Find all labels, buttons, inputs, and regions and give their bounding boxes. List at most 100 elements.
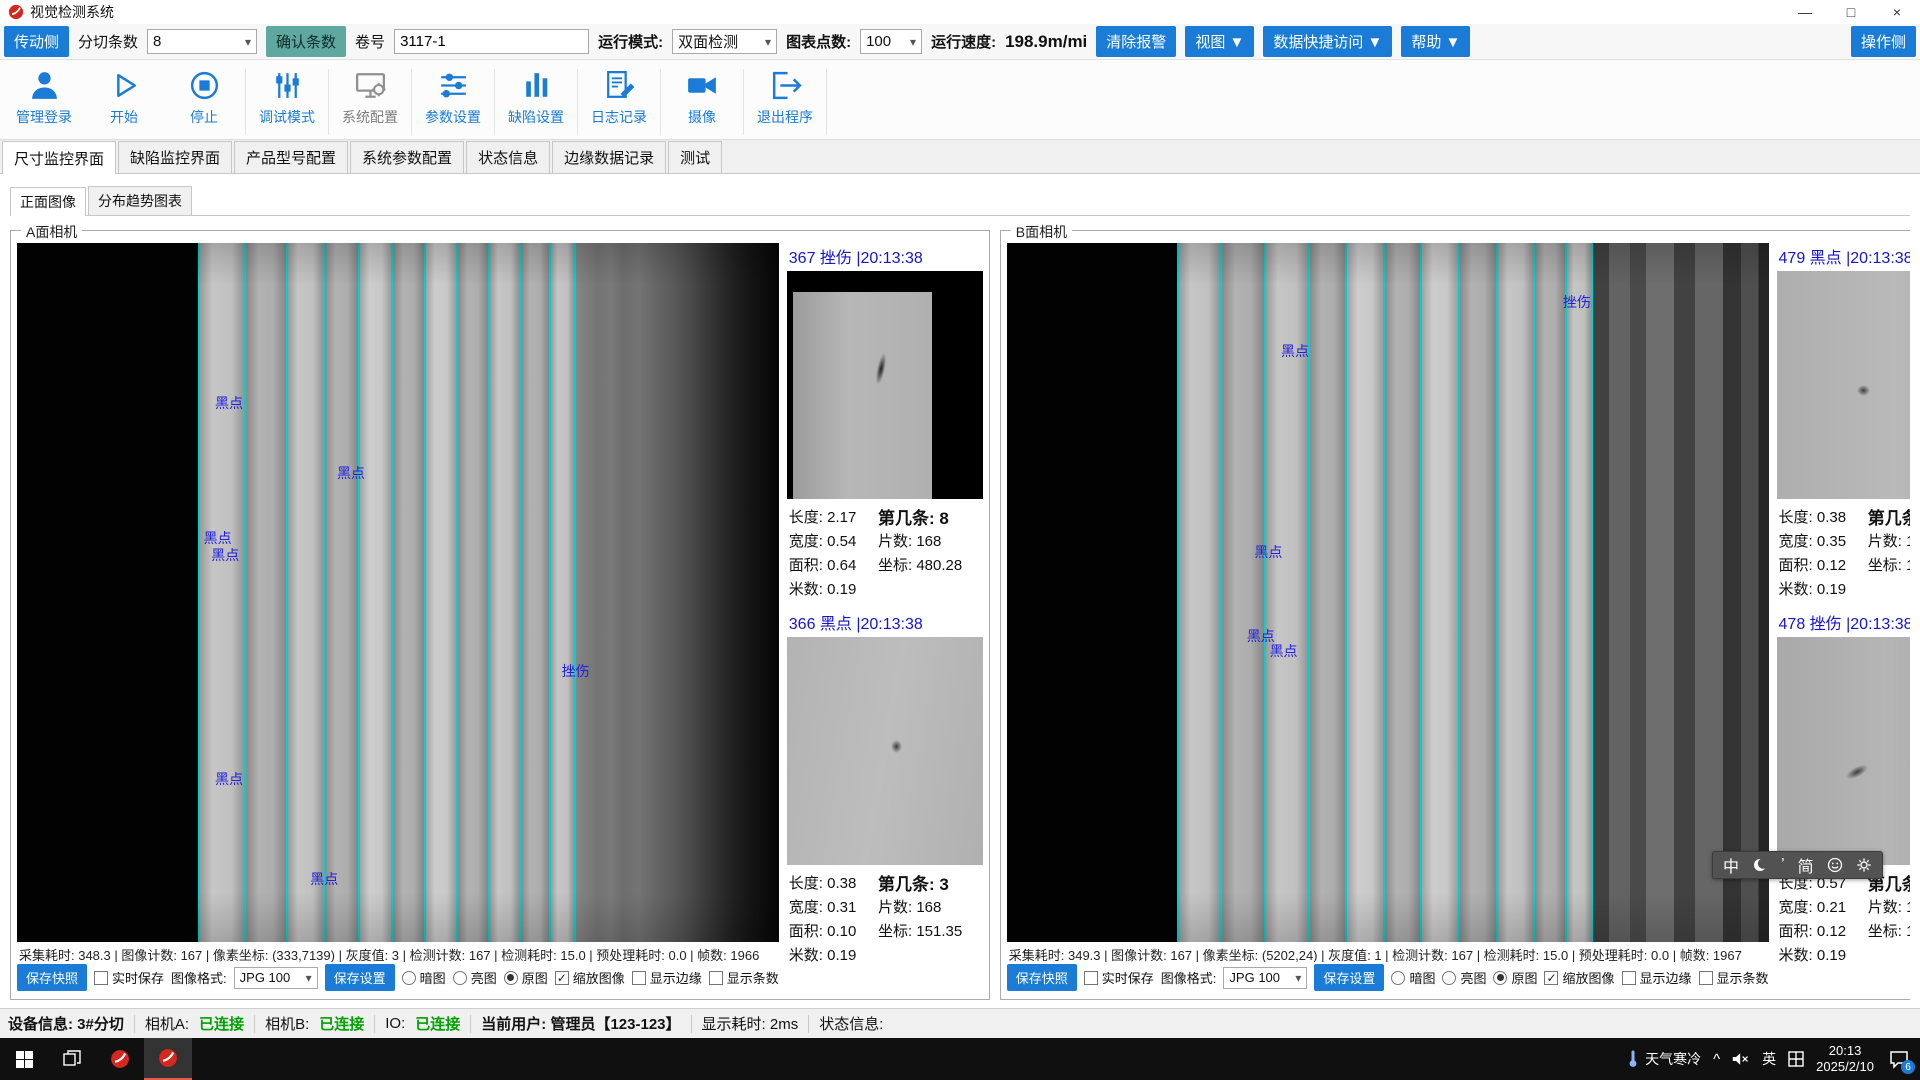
stats-line-b: 采集耗时: 349.3 | 图像计数: 167 | 像素坐标: (5202,24… <box>1007 942 1769 962</box>
data-access-menu-button[interactable]: 数据快捷访问 ▼ <box>1263 26 1392 57</box>
emoji-icon[interactable] <box>1827 857 1843 873</box>
clock[interactable]: 20:13 2025/2/10 <box>1816 1043 1874 1076</box>
ime-charset-toggle[interactable]: 简 <box>1798 853 1814 877</box>
dark-image-radio[interactable]: 暗图 <box>402 968 446 987</box>
bright-image-radio[interactable]: 亮图 <box>453 968 497 987</box>
tool-label: 系统配置 <box>342 107 398 127</box>
view-menu-button[interactable]: 视图 ▼ <box>1185 26 1254 57</box>
system-config-button[interactable]: 系统配置 <box>330 65 410 127</box>
realtime-save-checkbox[interactable]: 实时保存 <box>1084 968 1154 987</box>
close-button[interactable]: × <box>1874 0 1920 24</box>
thermometer-icon <box>1626 1050 1640 1068</box>
defect-card[interactable]: 478 挫伤 |20:13:38 长度: 0.57第几条: 3 宽度: 0.21… <box>1777 609 1910 965</box>
pinned-app-button[interactable] <box>96 1038 144 1080</box>
defect-field: 坐标: 143.08 <box>1868 919 1910 941</box>
ime-language-indicator[interactable]: 英 <box>1762 1049 1776 1069</box>
weather-text: 天气寒冷 <box>1645 1049 1701 1069</box>
bright-image-radio[interactable]: 亮图 <box>1442 968 1486 987</box>
format-select[interactable]: JPG 100▾ <box>234 967 318 989</box>
ime-mode-toggle[interactable]: 中 <box>1723 853 1739 877</box>
defect-marker: 黑点 <box>310 869 338 889</box>
status-bar: 设备信息: 3#分切 相机A: 已连接 相机B: 已连接 IO: 已连接 当前用… <box>0 1008 1920 1038</box>
dark-image-radio[interactable]: 暗图 <box>1391 968 1435 987</box>
confirm-count-button[interactable]: 确认条数 <box>266 26 346 57</box>
separator <box>743 69 744 135</box>
defect-marker: 挫伤 <box>562 661 590 681</box>
defect-card[interactable]: 479 黑点 |20:13:38 长度: 0.38第几条: 4 宽度: 0.35… <box>1777 243 1910 599</box>
zoom-image-checkbox[interactable]: 缩放图像 <box>555 968 625 987</box>
ime-punctuation-toggle[interactable]: ’ <box>1781 856 1785 874</box>
weather-widget[interactable]: 天气寒冷 <box>1626 1049 1701 1069</box>
params-settings-button[interactable]: 参数设置 <box>413 65 493 127</box>
subtab-front-image[interactable]: 正面图像 <box>10 187 86 216</box>
show-count-checkbox[interactable]: 显示条数 <box>1699 968 1769 987</box>
tool-label: 停止 <box>190 107 218 127</box>
show-edge-checkbox[interactable]: 显示边缘 <box>1622 968 1692 987</box>
tab-system-params-config[interactable]: 系统参数配置 <box>350 141 464 173</box>
camera-a-status: 已连接 <box>199 1013 244 1034</box>
tab-size-monitor[interactable]: 尺寸监控界面 <box>2 141 116 174</box>
slit-count-select[interactable]: 8 ▾ <box>147 29 257 54</box>
save-settings-button[interactable]: 保存设置 <box>1314 964 1384 991</box>
io-label: IO: <box>385 1015 405 1032</box>
run-mode-select[interactable]: 双面检测 ▾ <box>672 29 777 54</box>
camera-image-a: 黑点 黑点 黑点 黑点 挫伤 黑点 黑点 <box>17 243 779 942</box>
taskbar: 天气寒冷 ^ 英 20:13 2025/2/10 6 <box>0 1038 1920 1080</box>
window-title: 视觉检测系统 <box>30 2 114 22</box>
maximize-button[interactable]: □ <box>1828 0 1874 24</box>
drive-side-button[interactable]: 传动侧 <box>4 26 69 57</box>
clear-alarm-button[interactable]: 清除报警 <box>1096 26 1176 57</box>
original-image-radio[interactable]: 原图 <box>1493 968 1537 987</box>
run-mode-value: 双面检测 <box>678 31 757 52</box>
defect-field: 坐标: 197.86 <box>1868 553 1910 575</box>
defect-settings-button[interactable]: 缺陷设置 <box>496 65 576 127</box>
film-edge-region-a <box>576 243 779 942</box>
tray-expand-chevron[interactable]: ^ <box>1713 1051 1720 1068</box>
defect-bars-icon <box>518 67 555 104</box>
ime-grid-icon[interactable] <box>1788 1051 1804 1067</box>
stop-button[interactable]: 停止 <box>164 65 244 127</box>
chart-points-select[interactable]: 100 ▾ <box>860 29 922 54</box>
top-toolbar: 传动侧 分切条数 8 ▾ 确认条数 卷号 运行模式: 双面检测 ▾ 图表点数: … <box>0 24 1920 60</box>
show-count-checkbox[interactable]: 显示条数 <box>709 968 779 987</box>
subtab-distribution-chart[interactable]: 分布趋势图表 <box>88 186 192 215</box>
exit-program-button[interactable]: 退出程序 <box>745 65 825 127</box>
minimize-button[interactable]: — <box>1782 0 1828 24</box>
log-record-button[interactable]: 日志记录 <box>579 65 659 127</box>
speaker-muted-icon[interactable] <box>1732 1051 1750 1067</box>
tab-product-model-config[interactable]: 产品型号配置 <box>234 141 348 173</box>
capture-button[interactable]: 摄像 <box>662 65 742 127</box>
start-button[interactable]: 开始 <box>84 65 164 127</box>
debug-mode-button[interactable]: 调试模式 <box>247 65 327 127</box>
moon-icon[interactable] <box>1752 857 1768 873</box>
admin-login-button[interactable]: 管理登录 <box>4 65 84 127</box>
checkbox-label: 显示边缘 <box>650 968 702 987</box>
tab-defect-monitor[interactable]: 缺陷监控界面 <box>118 141 232 173</box>
separator <box>254 1015 255 1033</box>
action-center-button[interactable]: 6 <box>1886 1046 1912 1072</box>
original-image-radio[interactable]: 原图 <box>504 968 548 987</box>
running-app-button[interactable] <box>144 1038 192 1080</box>
start-button[interactable] <box>0 1038 48 1080</box>
gear-icon[interactable] <box>1856 857 1872 873</box>
roll-number-input[interactable] <box>394 29 589 54</box>
zoom-image-checkbox[interactable]: 缩放图像 <box>1544 968 1614 987</box>
tab-status-info[interactable]: 状态信息 <box>466 141 550 173</box>
defect-card[interactable]: 366 黑点 |20:13:38 长度: 0.38第几条: 3 宽度: 0.31… <box>787 609 983 965</box>
task-view-button[interactable] <box>48 1038 96 1080</box>
panel-a-title: A面相机 <box>21 222 82 242</box>
operator-side-button[interactable]: 操作侧 <box>1851 26 1916 57</box>
save-snapshot-button[interactable]: 保存快照 <box>1007 964 1077 991</box>
tab-test[interactable]: 测试 <box>668 141 722 173</box>
icon-toolbar: 管理登录 开始 停止 调试模式 系统配置 参数设置 缺陷设置 日志记录 摄像 退… <box>0 60 1920 140</box>
save-settings-button[interactable]: 保存设置 <box>325 964 395 991</box>
chart-points-label: 图表点数: <box>786 31 851 52</box>
checkbox-label: 显示条数 <box>1717 968 1769 987</box>
realtime-save-checkbox[interactable]: 实时保存 <box>94 968 164 987</box>
help-menu-button[interactable]: 帮助 ▼ <box>1401 26 1470 57</box>
save-snapshot-button[interactable]: 保存快照 <box>17 964 87 991</box>
show-edge-checkbox[interactable]: 显示边缘 <box>632 968 702 987</box>
format-select[interactable]: JPG 100▾ <box>1223 967 1307 989</box>
defect-card[interactable]: 367 挫伤 |20:13:38 长度: 2.17第几条: 8 宽度: 0.54… <box>787 243 983 599</box>
tab-edge-data-record[interactable]: 边缘数据记录 <box>552 141 666 173</box>
